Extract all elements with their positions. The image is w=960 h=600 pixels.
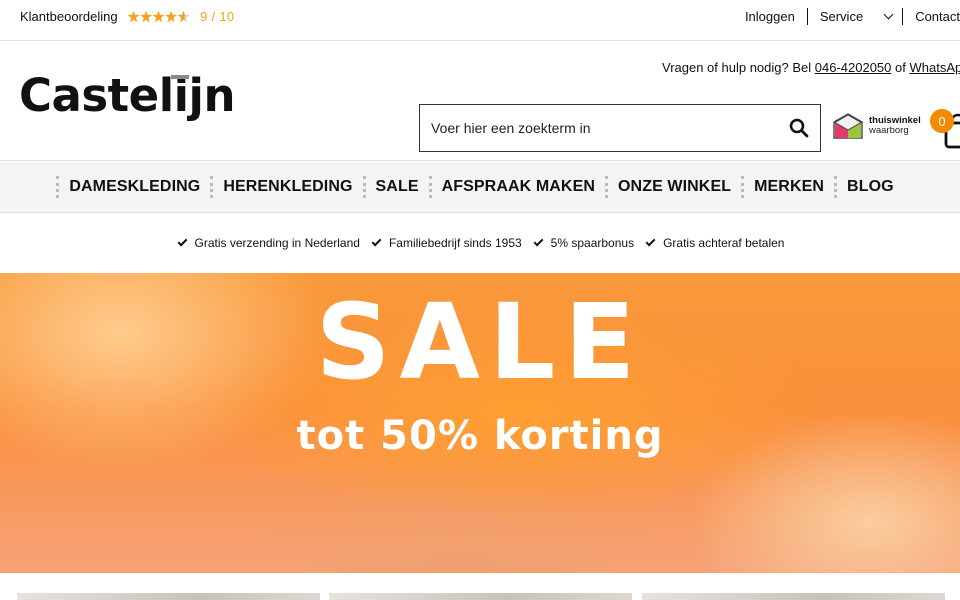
usp-text: Familiebedrijf sinds 1953 — [388, 236, 522, 250]
help-label: Vragen of hulp nodig? Bel — [662, 60, 812, 75]
search-icon — [789, 118, 809, 138]
usp-item: Gratis verzending in Nederland — [176, 236, 360, 250]
nav-item-blog[interactable]: BLOG — [834, 176, 904, 198]
nav-item-dameskleding[interactable]: DAMESKLEDING — [56, 176, 210, 198]
contact-link[interactable]: Contact — [903, 8, 960, 25]
usp-text: Gratis achteraf betalen — [663, 236, 785, 250]
half-star-icon — [177, 10, 190, 23]
sale-hero-banner[interactable]: SALE tot 50% korting — [0, 273, 960, 573]
help-text: Vragen of hulp nodig? Bel 046-4202050 of… — [662, 60, 960, 75]
category-tile-image[interactable] — [17, 593, 320, 600]
nav-item-afspraak-maken[interactable]: AFSPRAAK MAKEN — [428, 176, 605, 198]
login-link[interactable]: Inloggen — [733, 8, 808, 25]
check-icon — [645, 236, 656, 247]
help-or: of — [895, 60, 906, 75]
service-menu[interactable]: Service — [808, 8, 904, 25]
whatsapp-link[interactable]: WhatsApp — [910, 60, 960, 75]
thuiswinkel-badge[interactable]: thuiswinkel waarborg — [833, 113, 921, 139]
rating-score: 9 / 10 — [200, 9, 235, 24]
thuiswinkel-text: thuiswinkel waarborg — [869, 116, 921, 136]
banner-title: SALE — [315, 281, 645, 403]
service-label: Service — [819, 9, 864, 24]
banner-subtitle: tot 50% korting — [296, 413, 664, 459]
rating-stars-icon — [127, 10, 191, 23]
main-nav: DAMESKLEDING HERENKLEDING SALE AFSPRAAK … — [0, 162, 960, 213]
thuiswinkel-logo-icon — [833, 113, 863, 139]
usp-text: 5% spaarbonus — [550, 236, 635, 250]
usp-item: Familiebedrijf sinds 1953 — [370, 236, 522, 250]
nav-item-herenkleding[interactable]: HERENKLEDING — [210, 176, 362, 198]
top-links: Inloggen Service Contact — [733, 8, 960, 25]
logo[interactable]: Castelijn — [19, 69, 236, 122]
category-tile-image[interactable] — [642, 593, 945, 600]
search-bar — [419, 104, 821, 152]
check-icon — [533, 236, 544, 247]
usp-item: 5% spaarbonus — [532, 236, 634, 250]
check-icon — [177, 236, 187, 247]
search-button[interactable] — [778, 105, 820, 151]
usp-text: Gratis verzending in Nederland — [194, 236, 360, 250]
top-bar: Klantbeoordeling 9 / 10 Inloggen Service… — [0, 0, 960, 41]
category-tile-image[interactable] — [329, 593, 632, 600]
nav-item-merken[interactable]: MERKEN — [741, 176, 834, 198]
category-tiles — [0, 573, 960, 600]
nav-item-sale[interactable]: SALE — [362, 176, 429, 198]
star-icon — [127, 10, 140, 23]
phone-link[interactable]: 046-4202050 — [815, 60, 892, 75]
star-icon — [152, 10, 165, 23]
check-icon — [371, 236, 382, 247]
logo-accent-bar — [171, 75, 189, 79]
rating-label: Klantbeoordeling — [20, 9, 118, 24]
site-header: Castelijn Vragen of hulp nodig? Bel 046-… — [0, 41, 960, 161]
search-input[interactable] — [420, 105, 778, 151]
usp-item: Gratis achteraf betalen — [644, 236, 784, 250]
customer-rating[interactable]: Klantbeoordeling 9 / 10 — [20, 9, 234, 24]
star-icon — [165, 10, 178, 23]
thuiswinkel-line2: waarborg — [869, 125, 909, 136]
nav-item-onze-winkel[interactable]: ONZE WINKEL — [605, 176, 741, 198]
cart-count-badge: 0 — [930, 109, 954, 133]
chevron-down-icon — [883, 9, 894, 20]
usp-bar: Gratis verzending in Nederland Familiebe… — [0, 213, 960, 273]
star-icon — [140, 10, 153, 23]
